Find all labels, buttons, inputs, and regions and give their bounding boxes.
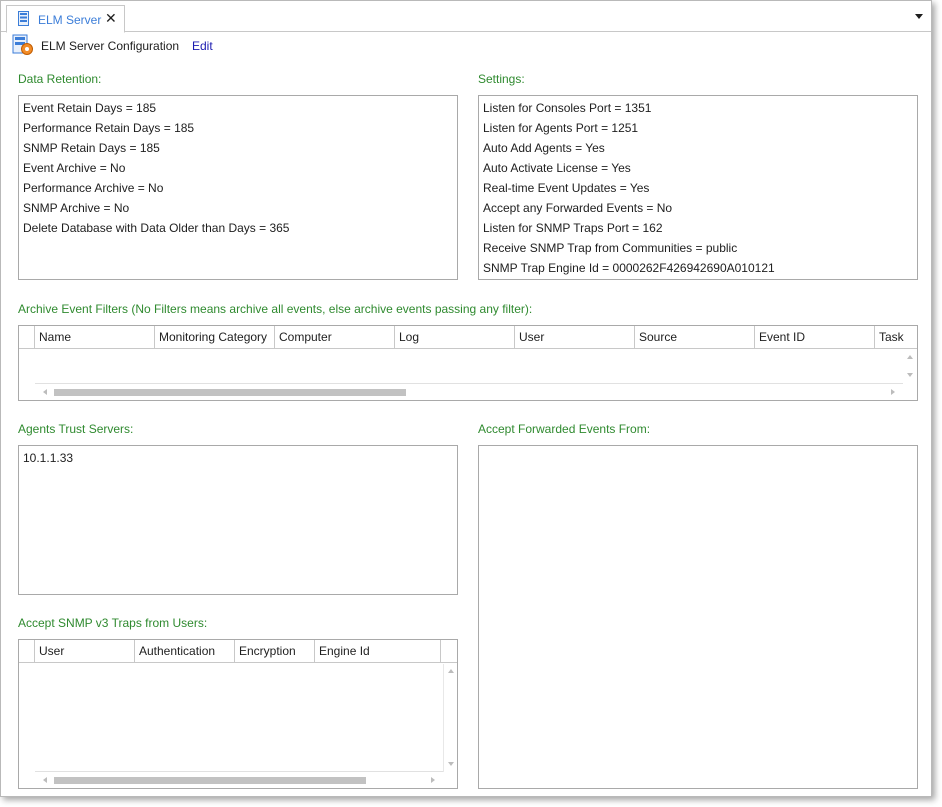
vertical-scrollbar[interactable] bbox=[903, 350, 917, 383]
scroll-down-icon[interactable] bbox=[448, 762, 454, 766]
tab-elm-server[interactable]: ELM Server ✕ bbox=[6, 5, 125, 33]
horizontal-scrollbar[interactable] bbox=[35, 771, 443, 788]
tab-title: ELM Server bbox=[38, 13, 102, 27]
scroll-left-icon[interactable] bbox=[43, 389, 47, 395]
row-header-cell bbox=[19, 326, 35, 349]
retention-setting-item: Delete Database with Data Older than Day… bbox=[23, 221, 290, 235]
elm-server-window: ELM Server ✕ ELM Server Configuration Ed… bbox=[0, 0, 932, 797]
horizontal-scrollbar[interactable] bbox=[35, 383, 903, 400]
chevron-down-icon[interactable] bbox=[915, 14, 923, 19]
scroll-up-icon[interactable] bbox=[907, 355, 913, 359]
retention-setting-item: Performance Archive = No bbox=[23, 181, 164, 195]
server-setting-item: Listen for Consoles Port = 1351 bbox=[483, 101, 652, 115]
archive-filters-label: Archive Event Filters (No Filters means … bbox=[18, 302, 533, 316]
agents-trust-label: Agents Trust Servers: bbox=[18, 422, 134, 436]
retention-setting-item: SNMP Retain Days = 185 bbox=[23, 141, 160, 155]
snmp-v3-label: Accept SNMP v3 Traps from Users: bbox=[18, 616, 208, 630]
accept-forwarded-label: Accept Forwarded Events From: bbox=[478, 422, 651, 436]
column-header-computer[interactable]: Computer bbox=[275, 326, 395, 349]
page-title: ELM Server Configuration bbox=[41, 39, 180, 53]
settings-list[interactable]: Listen for Consoles Port = 1351 Listen fo… bbox=[478, 95, 918, 280]
scroll-thumb[interactable] bbox=[54, 777, 366, 784]
column-header-log[interactable]: Log bbox=[395, 326, 515, 349]
archive-filters-grid[interactable]: Name Monitoring Category Computer Log Us… bbox=[18, 325, 918, 401]
column-header-user[interactable]: User bbox=[35, 640, 135, 663]
scroll-right-icon[interactable] bbox=[431, 777, 435, 783]
scroll-down-icon[interactable] bbox=[907, 373, 913, 377]
scroll-thumb[interactable] bbox=[54, 389, 406, 396]
agents-trust-list[interactable]: 10.1.1.33 bbox=[18, 445, 458, 595]
column-header-event-id[interactable]: Event ID bbox=[755, 326, 875, 349]
column-header-encryption[interactable]: Encryption bbox=[235, 640, 315, 663]
server-config-icon bbox=[12, 34, 33, 55]
column-header-task[interactable]: Task bbox=[875, 326, 917, 349]
vertical-scrollbar[interactable] bbox=[443, 664, 457, 772]
trusted-server-item: 10.1.1.33 bbox=[23, 451, 74, 465]
close-icon[interactable]: ✕ bbox=[105, 10, 117, 27]
server-setting-item: Auto Add Agents = Yes bbox=[483, 141, 605, 155]
edit-link[interactable]: Edit bbox=[192, 39, 213, 53]
server-icon bbox=[18, 11, 29, 26]
column-header-user[interactable]: User bbox=[515, 326, 635, 349]
scroll-left-icon[interactable] bbox=[43, 777, 47, 783]
row-header-cell bbox=[19, 640, 35, 663]
column-header-engine-id[interactable]: Engine Id bbox=[315, 640, 441, 663]
server-setting-item: Accept any Forwarded Events = No bbox=[483, 201, 673, 215]
scroll-up-icon[interactable] bbox=[448, 669, 454, 673]
server-setting-item: Listen for Agents Port = 1251 bbox=[483, 121, 639, 135]
accept-forwarded-list[interactable] bbox=[478, 445, 918, 789]
grid-header: Name Monitoring Category Computer Log Us… bbox=[19, 326, 917, 349]
retention-setting-item: Event Retain Days = 185 bbox=[23, 101, 157, 115]
retention-setting-item: Performance Retain Days = 185 bbox=[23, 121, 195, 135]
toolbar: ELM Server Configuration Edit bbox=[11, 34, 411, 58]
server-setting-item: Auto Activate License = Yes bbox=[483, 161, 631, 175]
column-header-authentication[interactable]: Authentication bbox=[135, 640, 235, 663]
retention-setting-item: SNMP Archive = No bbox=[23, 201, 130, 215]
column-header-name[interactable]: Name bbox=[35, 326, 155, 349]
scroll-right-icon[interactable] bbox=[891, 389, 895, 395]
server-setting-item: SNMP Trap Engine Id = 0000262F426942690A… bbox=[483, 261, 775, 275]
snmp-v3-grid[interactable]: User Authentication Encryption Engine Id bbox=[18, 639, 458, 789]
data-retention-label: Data Retention: bbox=[18, 72, 102, 86]
column-header-source[interactable]: Source bbox=[635, 326, 755, 349]
grid-header: User Authentication Encryption Engine Id bbox=[19, 640, 457, 663]
retention-setting-item: Event Archive = No bbox=[23, 161, 126, 175]
data-retention-list[interactable]: Event Retain Days = 185 Performance Retai… bbox=[18, 95, 458, 280]
settings-label: Settings: bbox=[478, 72, 525, 86]
tab-strip: ELM Server ✕ bbox=[1, 1, 931, 33]
server-setting-item: Listen for SNMP Traps Port = 162 bbox=[483, 221, 663, 235]
server-setting-item: Receive SNMP Trap from Communities = pub… bbox=[483, 241, 738, 255]
column-header-monitoring-category[interactable]: Monitoring Category bbox=[155, 326, 275, 349]
server-setting-item: Real-time Event Updates = Yes bbox=[483, 181, 650, 195]
